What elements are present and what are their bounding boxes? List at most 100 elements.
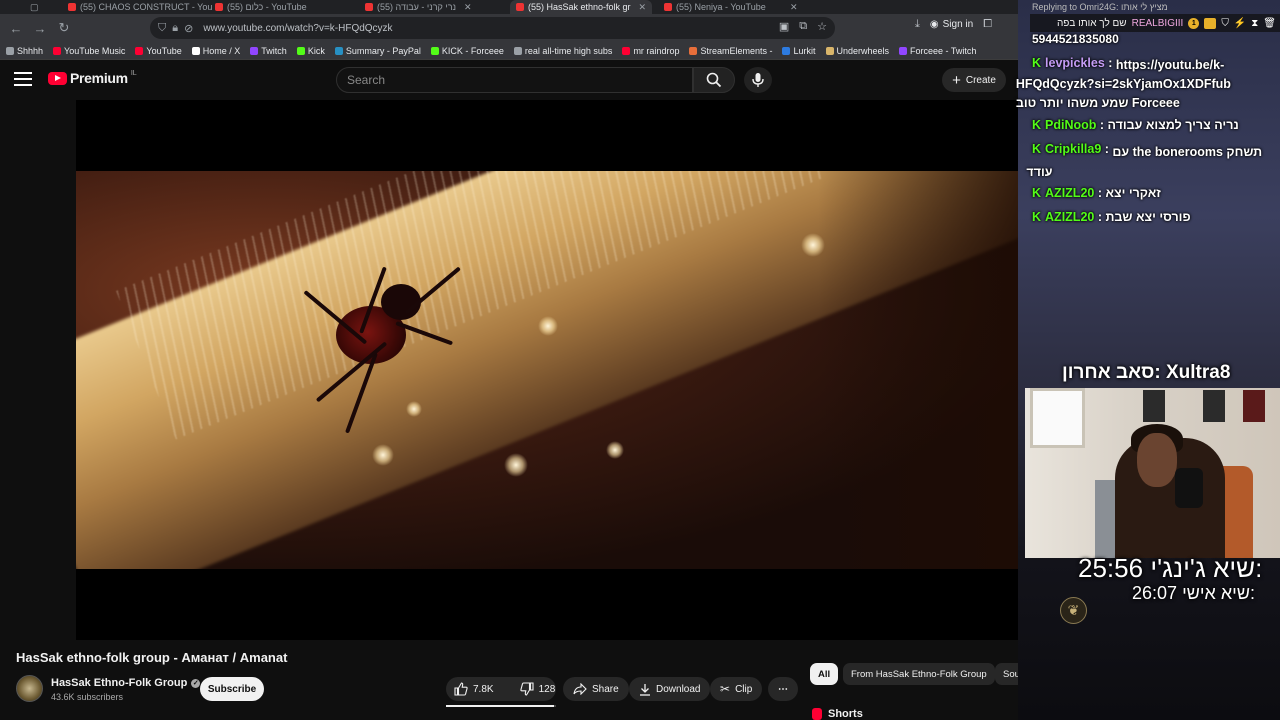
webcam-feed — [1025, 388, 1280, 558]
vip-badge-icon — [1204, 17, 1217, 29]
scissors-icon: ✂ — [720, 682, 731, 696]
like-dislike-group: 7.8K 128 — [446, 677, 556, 701]
screen: ▢ (55) CHAOS CONSTRUCT - You (55) כלום -… — [0, 0, 1280, 720]
bookmark-item[interactable]: KICK - Forceee — [430, 46, 504, 56]
twitch-icon — [899, 46, 908, 55]
shield-icon: ⛉ — [1221, 17, 1229, 29]
bookmark-item[interactable]: Kick — [296, 46, 325, 56]
bookmark-star-icon[interactable]: ☆ — [817, 20, 827, 33]
subscriber-count: 43.6K subscribers — [51, 692, 124, 702]
youtube-logo[interactable]: Premium IL — [48, 70, 137, 86]
download-icon[interactable]: ⤓ — [915, 18, 920, 31]
chat-header: שם לך אותו בפה REALBIGIII 1 ⛉ ⚡ ⧗ 🗑︎ — [1030, 14, 1280, 32]
video-frame — [76, 171, 1018, 569]
microphone-icon — [752, 73, 764, 87]
lock-icon: 🔒︎ — [172, 21, 179, 34]
bookmark-item[interactable]: Summary - PayPal — [334, 46, 421, 56]
share-icon — [573, 683, 587, 695]
download-button[interactable]: Download — [629, 677, 711, 701]
paypal-icon — [334, 46, 343, 55]
shorts-icon — [812, 708, 822, 720]
youtube-music-icon — [53, 46, 62, 55]
bookmark-item[interactable]: Underwheels — [825, 46, 889, 56]
forward-icon[interactable]: → — [28, 16, 52, 40]
extensions-icon[interactable]: ⧠ — [983, 18, 992, 31]
clip-button[interactable]: ✂ Clip — [710, 677, 763, 701]
download-icon — [640, 683, 650, 696]
kick-icon — [296, 46, 305, 55]
youtube-icon — [215, 3, 223, 11]
chip-from-channel[interactable]: From HasSak Ethno-Folk Group — [843, 663, 995, 685]
video-player[interactable] — [76, 100, 1018, 640]
microphone-icon — [1175, 468, 1203, 508]
voice-search-button[interactable] — [744, 67, 772, 93]
share-button[interactable]: Share — [563, 677, 629, 701]
chat-message: K AZIZL20 : פורסי יצא שבת — [1032, 210, 1191, 224]
bookmark-item[interactable]: YouTube Music — [53, 46, 125, 56]
dislike-button[interactable]: 128 — [512, 677, 564, 701]
record-timer-1: 25:56 שיא ג'ינג'י: — [1078, 553, 1263, 583]
search-icon — [706, 72, 722, 88]
back-icon[interactable]: ← — [4, 16, 28, 40]
close-tab-icon[interactable]: ✕ — [639, 2, 647, 13]
chat-message: K PdiNoob : נריה צריך למצוא עבודה — [1032, 118, 1239, 132]
youtube-icon — [516, 3, 524, 11]
tracking-icon: ⊘ — [184, 22, 194, 35]
bookmark-item[interactable]: real all-time high subs — [513, 46, 612, 56]
like-button[interactable]: 7.8K — [446, 677, 502, 701]
reload-icon[interactable]: ↻ — [52, 16, 76, 40]
chip-all[interactable]: All — [810, 663, 839, 685]
create-button[interactable]: + Create — [942, 68, 1006, 92]
youtube-icon — [68, 3, 76, 11]
hamburger-menu-icon[interactable] — [14, 72, 32, 86]
shorts-section-title: Shorts — [812, 708, 863, 720]
picture-in-picture-icon[interactable]: ▣ — [779, 20, 789, 33]
search-button[interactable] — [693, 67, 735, 93]
pen-icon — [513, 46, 522, 55]
twitch-icon — [250, 46, 259, 55]
youtube-icon — [365, 3, 373, 11]
youtube-icon — [664, 3, 672, 11]
bookmark-item[interactable]: StreamElements - — [689, 46, 772, 56]
tab-1[interactable]: (55) כלום - YouTube — [215, 0, 307, 14]
channel-name[interactable]: HasSak Ethno-Folk Group ✓ — [51, 677, 201, 689]
bookmark-item[interactable]: mr raindrop — [622, 46, 679, 56]
new-tab-icon[interactable]: ✕ — [790, 0, 798, 14]
youtube-play-icon — [48, 71, 67, 85]
subscribe-button[interactable]: Subscribe — [200, 677, 264, 701]
shield-icon: ⛉ — [158, 21, 167, 34]
streamelements-icon — [689, 46, 698, 55]
youtube-icon — [622, 46, 631, 55]
close-tab-icon[interactable]: ✕ — [464, 2, 472, 13]
search-input[interactable]: Search — [336, 67, 693, 93]
video-title: HasSak ethno-folk group - Аманат / Amana… — [16, 650, 288, 665]
account-icon: ◉ — [929, 19, 939, 30]
trash-icon: 🗑︎ — [1263, 17, 1276, 29]
bookmark-item[interactable]: Home / X — [191, 46, 240, 56]
kick-badge-icon: K — [1032, 118, 1042, 132]
more-actions-icon[interactable]: ⋯ — [768, 677, 798, 701]
tab-2[interactable]: (55) נרי קרני - עבודה ✕ — [365, 0, 472, 14]
bookmark-item[interactable]: Forceee - Twitch — [899, 46, 976, 56]
kick-icon — [430, 46, 439, 55]
channel-avatar[interactable] — [16, 675, 43, 702]
underwheels-icon — [825, 46, 834, 55]
folder-icon — [6, 46, 14, 55]
tab-0[interactable]: (55) CHAOS CONSTRUCT - You — [68, 0, 212, 14]
thumbs-up-icon — [454, 682, 468, 696]
tab-4[interactable]: (55) Neniya - YouTube — [664, 0, 766, 14]
screenshot-icon[interactable]: ⧉ — [799, 20, 807, 33]
chat-message: K AZIZL20 : זאקרי יצא — [1032, 186, 1161, 200]
bookmarks-bar: Shhhh YouTube Music YouTube Home / X Twitch K… — [0, 42, 1030, 60]
address-bar[interactable]: ⛉ 🔒︎ ⊘ www.youtube.com/watch?v=k-HFQdQcy… — [150, 17, 835, 39]
bookmark-item[interactable]: Shhhh — [6, 46, 43, 56]
kick-badge-icon: K — [1032, 210, 1042, 224]
chat-message: Klevpickles : https://youtu.be/k-HFQdQcy… — [1015, 56, 1231, 110]
browser-menu-icon[interactable]: ▢ — [30, 0, 39, 14]
chat-message: K Cripkilla9 : עם the bonerooms תשחק עודד — [1026, 142, 1263, 179]
sign-in-button[interactable]: ◉ Sign in — [930, 19, 973, 30]
bookmark-item[interactable]: Lurkit — [782, 46, 816, 56]
tab-3-active[interactable]: (55) HasSak ethno-folk gr ✕ — [510, 0, 653, 14]
bookmark-item[interactable]: Twitch — [250, 46, 287, 56]
bookmark-item[interactable]: YouTube — [135, 46, 182, 56]
